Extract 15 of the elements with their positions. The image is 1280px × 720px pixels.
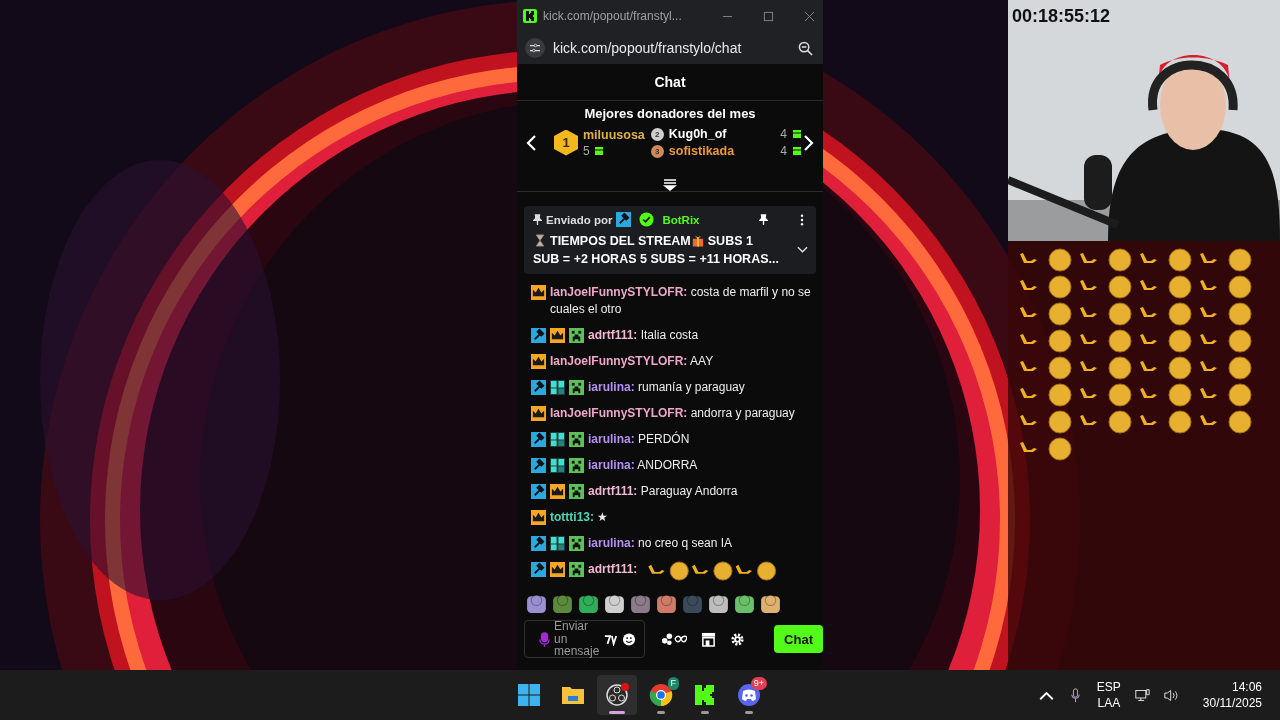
taskbar-button[interactable] [597, 675, 637, 715]
notification-badge: F [667, 677, 679, 690]
keyboard-layout-text[interactable]: LAA [1097, 695, 1121, 711]
network-icon[interactable] [1134, 687, 1150, 703]
language-text[interactable]: ESP [1096, 679, 1121, 695]
recorder-app-icon [605, 683, 629, 707]
browser-icon [649, 683, 673, 707]
taskbar-button[interactable]: F [641, 675, 681, 715]
logo-icon [693, 683, 717, 707]
notification-badge: 9+ [750, 677, 767, 690]
clock-time[interactable]: 14:06 [1231, 679, 1262, 695]
windows-logo-icon [517, 683, 541, 707]
taskbar-button[interactable]: 9+ [729, 675, 769, 715]
clock-date[interactable]: 30/11/2025 [1202, 695, 1262, 711]
volume-icon[interactable] [1163, 687, 1179, 703]
